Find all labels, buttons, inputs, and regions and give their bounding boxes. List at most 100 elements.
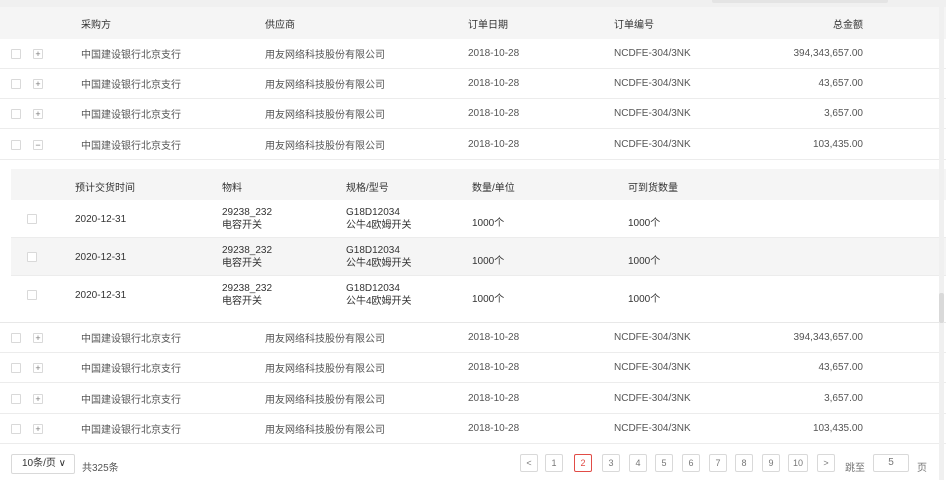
next-page-icon[interactable]: >: [817, 454, 835, 472]
expand-icon[interactable]: +: [33, 423, 43, 434]
cell-supplier: 用友网络科技股份有限公司: [265, 364, 385, 375]
scroll-thumb[interactable]: [712, 0, 888, 3]
expand-icon[interactable]: +: [33, 332, 43, 343]
cell-date: 2018-10-28: [468, 78, 520, 89]
page-button-10[interactable]: 10: [788, 454, 808, 472]
cell-date: 2018-10-28: [468, 139, 520, 150]
page-button-2[interactable]: 2: [574, 454, 592, 472]
detail-material: 29238_232 电容开关: [222, 206, 272, 232]
page-button-4[interactable]: 4: [629, 454, 647, 472]
jump-to-label: 跳至: [845, 463, 865, 474]
page-button-1[interactable]: 1: [545, 454, 563, 472]
cell-buyer: 中国建设银行北京支行: [81, 425, 181, 436]
detail-row[interactable]: 2020-12-31 29238_232 电容开关 G18D12034 公牛4欧姆开…: [11, 238, 946, 276]
detail-col-spec: 规格/型号: [346, 183, 389, 194]
cell-buyer: 中国建设银行北京支行: [81, 334, 181, 345]
spec-name: 公牛4欧姆开关: [346, 258, 412, 269]
table-row[interactable]: + 中国建设银行北京支行 用友网络科技股份有限公司 2018-10-28 NCD…: [0, 384, 946, 414]
cell-total: 43,657.00: [818, 78, 864, 89]
table-row[interactable]: + 中国建设银行北京支行 用友网络科技股份有限公司 2018-10-28 NCD…: [0, 323, 946, 353]
detail-qty: 1000个: [472, 256, 505, 267]
detail-arrivable: 1000个: [628, 218, 661, 229]
cell-supplier: 用友网络科技股份有限公司: [265, 80, 385, 91]
row-checkbox[interactable]: [11, 108, 21, 119]
cell-order-no: NCDFE-304/3NK: [614, 332, 691, 343]
prev-page-icon[interactable]: <: [520, 454, 538, 472]
cell-date: 2018-10-28: [468, 332, 520, 343]
cell-supplier: 用友网络科技股份有限公司: [265, 395, 385, 406]
detail-spec: G18D12034 公牛4欧姆开关: [346, 244, 412, 270]
page-button-5[interactable]: 5: [655, 454, 673, 472]
row-checkbox[interactable]: [11, 423, 21, 434]
pagination-bar: 10条/页 ∨ 共325条 < 1 2 3 4 5 6 7 8 9 10 > 跳…: [0, 446, 946, 480]
expand-icon[interactable]: +: [33, 393, 43, 404]
cell-order-no: NCDFE-304/3NK: [614, 393, 691, 404]
row-checkbox[interactable]: [11, 78, 21, 89]
order-detail-subtable: 预计交货时间 物料 规格/型号 数量/单位 可到货数量 2020-12-31 2…: [0, 161, 946, 323]
detail-spec: G18D12034 公牛4欧姆开关: [346, 282, 412, 308]
spec-code: G18D12034: [346, 207, 400, 218]
material-name: 电容开关: [222, 296, 262, 307]
cell-supplier: 用友网络科技股份有限公司: [265, 141, 385, 152]
detail-delivery-time: 2020-12-31: [75, 290, 127, 301]
order-table-page: 采购方 供应商 订单日期 订单编号 总金额 + 中国建设银行北京支行 用友网络科…: [0, 0, 946, 480]
material-code: 29238_232: [222, 207, 273, 218]
table-row[interactable]: + 中国建设银行北京支行 用友网络科技股份有限公司 2018-10-28 NCD…: [0, 99, 946, 129]
cell-order-no: NCDFE-304/3NK: [614, 139, 691, 150]
detail-col-material: 物料: [222, 183, 242, 194]
detail-delivery-time: 2020-12-31: [75, 252, 127, 263]
cell-total: 394,343,657.00: [793, 332, 863, 343]
horizontal-scrollbar[interactable]: [0, 0, 946, 7]
table-header: 采购方 供应商 订单日期 订单编号 总金额: [0, 7, 946, 39]
detail-qty: 1000个: [472, 218, 505, 229]
page-button-8[interactable]: 8: [735, 454, 753, 472]
cell-date: 2018-10-28: [468, 48, 520, 59]
expand-icon[interactable]: +: [33, 78, 43, 89]
detail-row-checkbox[interactable]: [27, 290, 37, 300]
row-checkbox[interactable]: [11, 48, 21, 59]
table-row[interactable]: + 中国建设银行北京支行 用友网络科技股份有限公司 2018-10-28 NCD…: [0, 414, 946, 444]
cell-date: 2018-10-28: [468, 393, 520, 404]
material-name: 电容开关: [222, 220, 262, 231]
detail-row[interactable]: 2020-12-31 29238_232 电容开关 G18D12034 公牛4欧姆开…: [11, 276, 946, 314]
col-header-order-no[interactable]: 订单编号: [614, 16, 654, 31]
cell-date: 2018-10-28: [468, 108, 520, 119]
collapse-icon[interactable]: −: [33, 139, 43, 150]
expand-icon[interactable]: +: [33, 48, 43, 59]
cell-total: 103,435.00: [812, 139, 863, 150]
cell-date: 2018-10-28: [468, 423, 520, 434]
row-checkbox[interactable]: [11, 393, 21, 404]
table-row[interactable]: + 中国建设银行北京支行 用友网络科技股份有限公司 2018-10-28 NCD…: [0, 39, 946, 69]
vertical-scrollbar[interactable]: [936, 7, 946, 480]
material-code: 29238_232: [222, 283, 273, 294]
table-row[interactable]: + 中国建设银行北京支行 用友网络科技股份有限公司 2018-10-28 NCD…: [0, 353, 946, 383]
detail-row[interactable]: 2020-12-31 29238_232 电容开关 G18D12034 公牛4欧姆开…: [11, 200, 946, 238]
table-row[interactable]: + 中国建设银行北京支行 用友网络科技股份有限公司 2018-10-28 NCD…: [0, 69, 946, 99]
jump-page-input[interactable]: 5: [873, 454, 909, 472]
cell-order-no: NCDFE-304/3NK: [614, 108, 691, 119]
expand-icon[interactable]: +: [33, 108, 43, 119]
cell-buyer: 中国建设银行北京支行: [81, 50, 181, 61]
detail-row-checkbox[interactable]: [27, 252, 37, 262]
detail-row-checkbox[interactable]: [27, 214, 37, 224]
col-header-buyer[interactable]: 采购方: [81, 16, 111, 31]
cell-supplier: 用友网络科技股份有限公司: [265, 110, 385, 121]
col-header-supplier[interactable]: 供应商: [265, 16, 295, 31]
detail-arrivable: 1000个: [628, 256, 661, 267]
col-header-total[interactable]: 总金额: [833, 16, 863, 31]
page-button-7[interactable]: 7: [709, 454, 727, 472]
row-checkbox[interactable]: [11, 332, 21, 343]
expand-icon[interactable]: +: [33, 362, 43, 373]
row-checkbox[interactable]: [11, 362, 21, 373]
vertical-scrollbar-track: [939, 7, 944, 480]
cell-buyer: 中国建设银行北京支行: [81, 141, 181, 152]
table-row-expanded[interactable]: − 中国建设银行北京支行 用友网络科技股份有限公司 2018-10-28 NCD…: [0, 130, 946, 160]
cell-total: 43,657.00: [818, 362, 864, 373]
page-size-select[interactable]: 10条/页 ∨: [11, 454, 75, 474]
row-checkbox[interactable]: [11, 139, 21, 150]
page-button-3[interactable]: 3: [602, 454, 620, 472]
col-header-order-date[interactable]: 订单日期: [468, 16, 508, 31]
cell-supplier: 用友网络科技股份有限公司: [265, 425, 385, 436]
page-button-6[interactable]: 6: [682, 454, 700, 472]
page-button-9[interactable]: 9: [762, 454, 780, 472]
